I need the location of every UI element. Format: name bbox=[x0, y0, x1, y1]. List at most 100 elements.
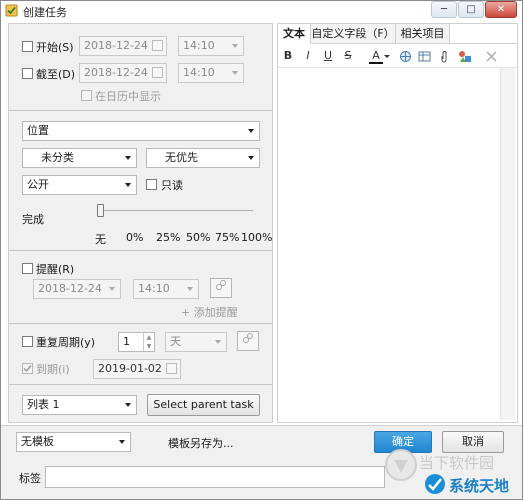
reminder-label: 提醒(R) bbox=[36, 263, 75, 276]
expiry-checkbox[interactable] bbox=[22, 363, 33, 374]
list-value: 列表 1 bbox=[27, 398, 60, 411]
visibility-combo[interactable]: 公开 bbox=[22, 175, 137, 195]
chevron-down-icon bbox=[248, 156, 254, 160]
chevron-down-icon bbox=[119, 440, 125, 444]
close-button[interactable]: ✕ bbox=[485, 1, 517, 18]
list-combo[interactable]: 列表 1 bbox=[22, 395, 137, 415]
link-icon bbox=[243, 333, 253, 343]
recurrence-link-button[interactable] bbox=[237, 331, 259, 351]
expiry-date-value: 2019-01-02 bbox=[98, 362, 162, 375]
notes-scrollbar[interactable] bbox=[500, 68, 515, 420]
reminder-link-button[interactable] bbox=[210, 278, 232, 298]
completion-slider-track[interactable] bbox=[101, 210, 253, 211]
location-value: 位置 bbox=[27, 124, 49, 137]
task-properties-panel: 开始(S) 2018-12-24 14:10 截至(D) 2018-12-24 … bbox=[8, 23, 273, 423]
chevron-down-icon bbox=[248, 129, 254, 133]
recurrence-count-spinner[interactable]: 1 ▲ ▼ bbox=[118, 332, 155, 352]
chevron-down-icon bbox=[232, 71, 238, 75]
start-date-value: 2018-12-24 bbox=[84, 39, 148, 52]
category-value: 未分类 bbox=[41, 151, 74, 164]
notes-editor[interactable] bbox=[280, 70, 500, 420]
save-template-link[interactable]: 模板另存为... bbox=[168, 435, 234, 451]
chevron-down-icon bbox=[125, 156, 131, 160]
insert-object-icon[interactable] bbox=[458, 50, 472, 63]
show-in-calendar-checkbox[interactable] bbox=[81, 90, 92, 101]
add-reminder-link[interactable]: + 添加提醒 bbox=[181, 304, 238, 320]
start-label: 开始(S) bbox=[36, 41, 74, 54]
readonly-label: 只读 bbox=[161, 179, 183, 192]
window-title: 创建任务 bbox=[23, 6, 67, 19]
template-combo[interactable]: 无模板 bbox=[16, 432, 131, 452]
reminder-checkbox[interactable] bbox=[22, 263, 33, 274]
reminder-time-field[interactable]: 14:10 bbox=[133, 279, 199, 299]
spin-arrows-icon[interactable]: ▲ ▼ bbox=[143, 333, 154, 351]
completion-tick: 0% bbox=[126, 231, 144, 244]
start-time-value: 14:10 bbox=[183, 39, 215, 52]
completion-tick: 100% bbox=[241, 231, 273, 244]
recurrence-unit-combo[interactable]: 天 bbox=[165, 332, 227, 352]
recurrence-count-value: 1 bbox=[123, 335, 130, 348]
template-value: 无模板 bbox=[21, 435, 54, 448]
chevron-down-icon bbox=[215, 340, 221, 344]
reminder-date-field[interactable]: 2018-12-24 bbox=[33, 279, 121, 299]
paperclip-icon[interactable] bbox=[438, 50, 451, 63]
link-icon bbox=[216, 280, 226, 290]
tab-strip-line bbox=[450, 43, 517, 44]
underline-button[interactable]: U bbox=[321, 49, 335, 62]
due-date-field[interactable]: 2018-12-24 bbox=[79, 63, 167, 83]
watermark-text: 当下软件园 bbox=[419, 454, 495, 472]
completion-label: 完成 bbox=[22, 213, 44, 226]
tab-custom-fields[interactable]: 自定义字段（F） bbox=[311, 24, 396, 44]
completion-tick: 50% bbox=[186, 231, 211, 244]
start-time-field[interactable]: 14:10 bbox=[178, 36, 244, 56]
calendar-icon[interactable] bbox=[152, 40, 163, 51]
recurrence-unit-value: 天 bbox=[170, 335, 181, 348]
tags-input[interactable] bbox=[45, 466, 385, 488]
font-color-button[interactable]: A bbox=[369, 49, 383, 64]
tab-related-items[interactable]: 相关项目 bbox=[396, 24, 450, 44]
priority-value: 无优先 bbox=[165, 151, 198, 164]
cancel-button[interactable]: 取消 bbox=[442, 431, 504, 453]
bold-button[interactable]: B bbox=[281, 49, 295, 62]
chevron-down-icon bbox=[187, 287, 193, 291]
visibility-value: 公开 bbox=[27, 178, 49, 191]
start-date-field[interactable]: 2018-12-24 bbox=[79, 36, 167, 56]
italic-button[interactable]: I bbox=[301, 49, 315, 62]
task-app-icon bbox=[5, 4, 18, 17]
priority-combo[interactable]: 无优先 bbox=[146, 148, 260, 168]
divider bbox=[9, 110, 272, 111]
plus-icon: + bbox=[181, 306, 191, 319]
completion-tick: 无 bbox=[95, 233, 106, 246]
expiry-date-field[interactable]: 2019-01-02 bbox=[93, 359, 181, 379]
calendar-icon[interactable] bbox=[166, 363, 177, 374]
tab-text[interactable]: 文本 bbox=[278, 24, 311, 44]
clear-format-icon[interactable] bbox=[485, 50, 498, 63]
readonly-checkbox[interactable] bbox=[146, 179, 157, 190]
watermark-badge-icon bbox=[425, 474, 445, 494]
maximize-button[interactable]: □ bbox=[458, 1, 484, 18]
tags-label: 标签 bbox=[19, 472, 41, 485]
table-icon[interactable] bbox=[418, 50, 431, 63]
due-checkbox[interactable] bbox=[22, 68, 33, 79]
notes-panel: 文本 自定义字段（F） 相关项目 B I U S A bbox=[277, 23, 518, 423]
watermark-text: 系统天地 bbox=[449, 477, 510, 495]
globe-link-icon[interactable] bbox=[399, 50, 412, 63]
recurrence-checkbox[interactable] bbox=[22, 336, 33, 347]
completion-slider-thumb[interactable] bbox=[97, 204, 104, 217]
recurrence-label: 重复周期(y) bbox=[36, 336, 96, 349]
category-combo[interactable]: 未分类 bbox=[22, 148, 137, 168]
start-checkbox[interactable] bbox=[22, 41, 33, 52]
chevron-down-icon[interactable] bbox=[384, 55, 390, 58]
minimize-button[interactable]: ─ bbox=[431, 1, 457, 18]
due-label: 截至(D) bbox=[36, 68, 76, 81]
checkmark-icon bbox=[23, 365, 32, 373]
location-combo[interactable]: 位置 bbox=[22, 121, 260, 141]
strikethrough-button[interactable]: S bbox=[341, 49, 355, 62]
select-parent-task-button[interactable]: Select parent task bbox=[147, 394, 260, 416]
divider bbox=[9, 323, 272, 324]
divider bbox=[9, 384, 272, 385]
completion-tick: 25% bbox=[156, 231, 181, 244]
calendar-icon[interactable] bbox=[152, 67, 163, 78]
reminder-date-value: 2018-12-24 bbox=[38, 282, 102, 295]
due-time-field[interactable]: 14:10 bbox=[178, 63, 244, 83]
